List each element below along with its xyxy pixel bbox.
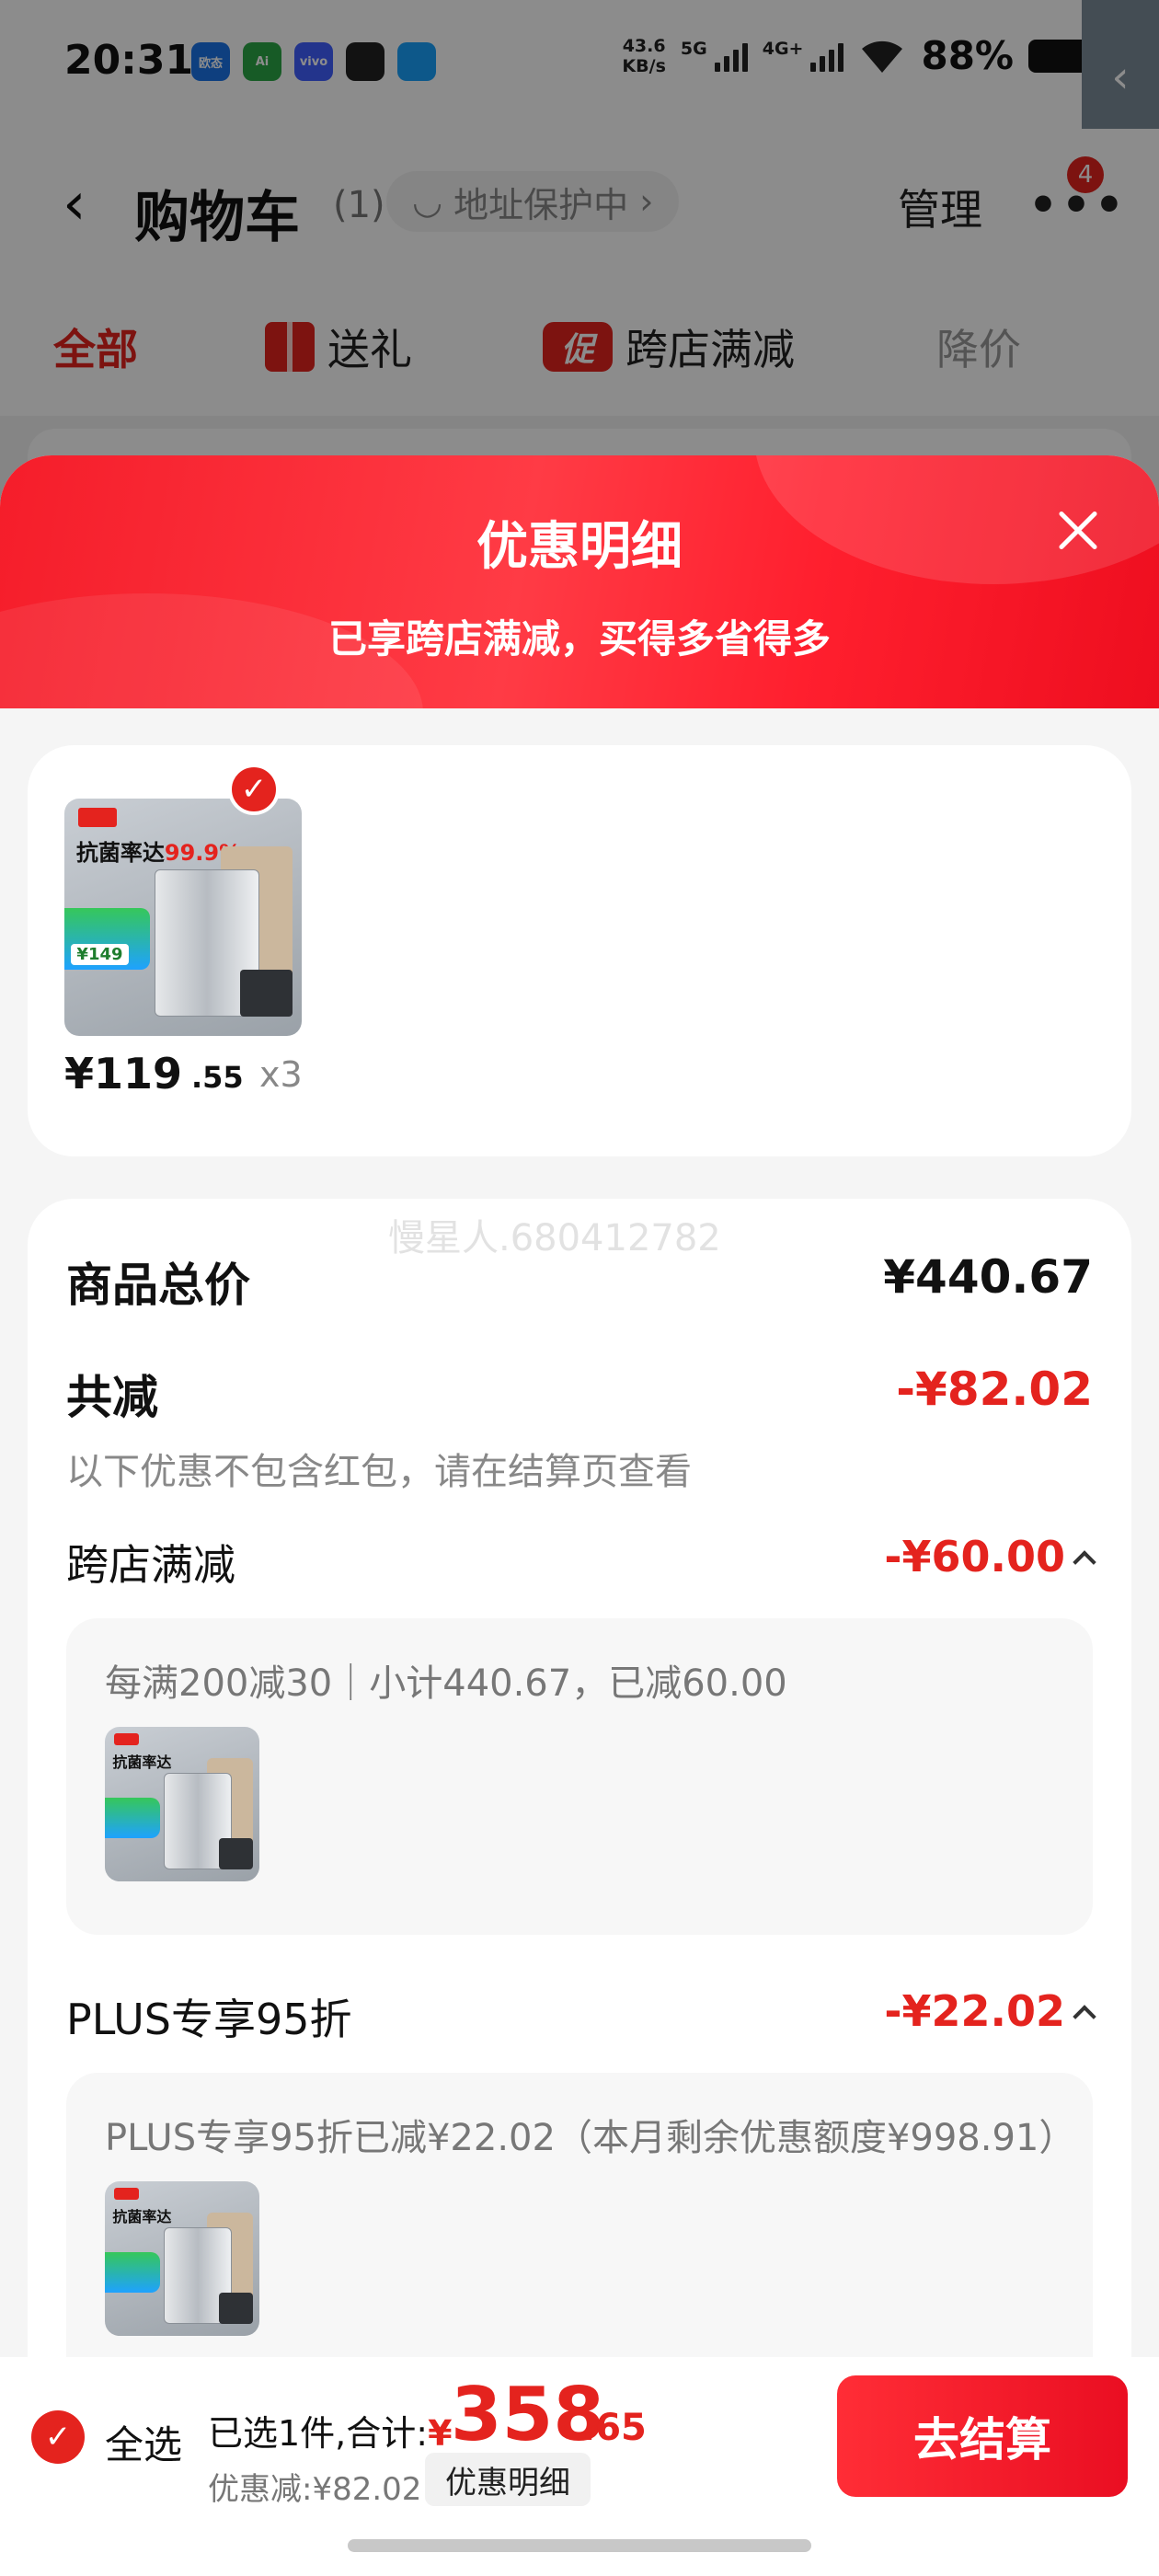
goods-total-label: 商品总价 <box>66 1259 250 1312</box>
home-indicator[interactable] <box>348 2539 811 2552</box>
product-price-cents: .55 <box>191 1060 244 1095</box>
sheet-title: 优惠明细 <box>476 517 683 577</box>
product-price: ¥119 <box>64 1049 183 1098</box>
board-stand <box>219 2292 254 2324</box>
close-icon[interactable] <box>1049 501 1107 560</box>
watermark-text: 慢星人.680412782 <box>388 1217 721 1259</box>
sheet-header: 优惠明细 已享跨店满减，买得多省得多 <box>0 455 1159 708</box>
brand-logo <box>114 2187 139 2201</box>
cross-store-label: 跨店满减 <box>66 1540 235 1590</box>
cross-store-detail-text: 每满200减30｜小计440.67，已减60.00 <box>105 1662 787 1705</box>
plus-discount-label: PLUS专享95折 <box>66 1995 352 2044</box>
chevron-up-icon <box>1073 1550 1096 1574</box>
selected-check-icon: ✓ <box>228 764 280 815</box>
discount-detail-button[interactable]: 优惠明细 <box>425 2453 591 2506</box>
plus-discount-detail-text: PLUS专享95折已减¥22.02（本月剩余优惠额度¥998.91） <box>105 2117 1076 2159</box>
discount-summary: 优惠减:¥82.02 <box>208 2471 422 2508</box>
product-thumbnail[interactable]: 抗菌率达99.9% ¥149 <box>64 799 302 1036</box>
chevron-up-icon <box>1073 2005 1096 2029</box>
cross-store-product-thumbnail: 抗菌率达 <box>105 1727 259 1881</box>
goods-total-value: ¥440.67 <box>883 1250 1093 1304</box>
plus-discount-detail-box: PLUS专享95折已减¥22.02（本月剩余优惠额度¥998.91） 抗菌率达 <box>66 2073 1093 2389</box>
select-all-checkbox[interactable]: ✓ <box>31 2410 85 2464</box>
currency-symbol: ¥ <box>428 2413 453 2454</box>
thumb-headline-text: 抗菌率达 <box>75 839 165 866</box>
promo-sticker: ¥149 <box>64 907 150 970</box>
selected-count-text: 已选1件,合计: <box>208 2413 429 2454</box>
checkout-bar: ✓ 全选 已选1件,合计:¥ 358 .65 优惠减:¥82.02 优惠明细 去… <box>0 2357 1159 2576</box>
plus-product-thumbnail: 抗菌率达 <box>105 2181 259 2336</box>
plus-discount-amount: -¥22.02 <box>884 1986 1065 2036</box>
product-card: 抗菌率达99.9% ¥149 ✓ ¥119 .55 x3 <box>28 745 1131 1156</box>
selected-summary: 已选1件,合计:¥ <box>208 2405 453 2455</box>
thumb-headline-text: 抗菌率达 <box>112 1754 172 1772</box>
select-all-label[interactable]: 全选 <box>105 2414 182 2470</box>
brand-logo <box>78 808 117 827</box>
thumb-price: ¥149 <box>71 943 129 965</box>
thumb-headline: 抗菌率达99.9% <box>76 834 241 867</box>
board-stand <box>239 969 293 1018</box>
checkout-button[interactable]: 去结算 <box>837 2375 1128 2497</box>
product-quantity: x3 <box>259 1054 303 1095</box>
cross-store-value[interactable]: -¥60.00 <box>884 1532 1096 1581</box>
total-reduction-label: 共减 <box>66 1371 158 1424</box>
promo-sticker <box>105 1798 161 1838</box>
board-stand <box>219 1837 254 1869</box>
total-reduction-value: -¥82.02 <box>896 1363 1093 1416</box>
thumb-headline-text: 抗菌率达 <box>112 2208 172 2226</box>
promo-sticker <box>105 2252 161 2293</box>
brand-logo <box>114 1732 139 1746</box>
discount-detail-sheet: 优惠明细 已享跨店满减，买得多省得多 抗菌率达99.9% ¥149 ✓ ¥119… <box>0 455 1159 2576</box>
cross-store-amount: -¥60.00 <box>884 1532 1065 1581</box>
total-amount-cents: .65 <box>581 2407 647 2449</box>
reduction-note: 以下优惠不包含红包，请在结算页查看 <box>66 1451 692 1493</box>
cross-store-detail-box: 每满200减30｜小计440.67，已减60.00 抗菌率达 <box>66 1618 1093 1935</box>
plus-discount-value[interactable]: -¥22.02 <box>884 1986 1096 2036</box>
sheet-subtitle: 已享跨店满减，买得多省得多 <box>327 616 831 661</box>
